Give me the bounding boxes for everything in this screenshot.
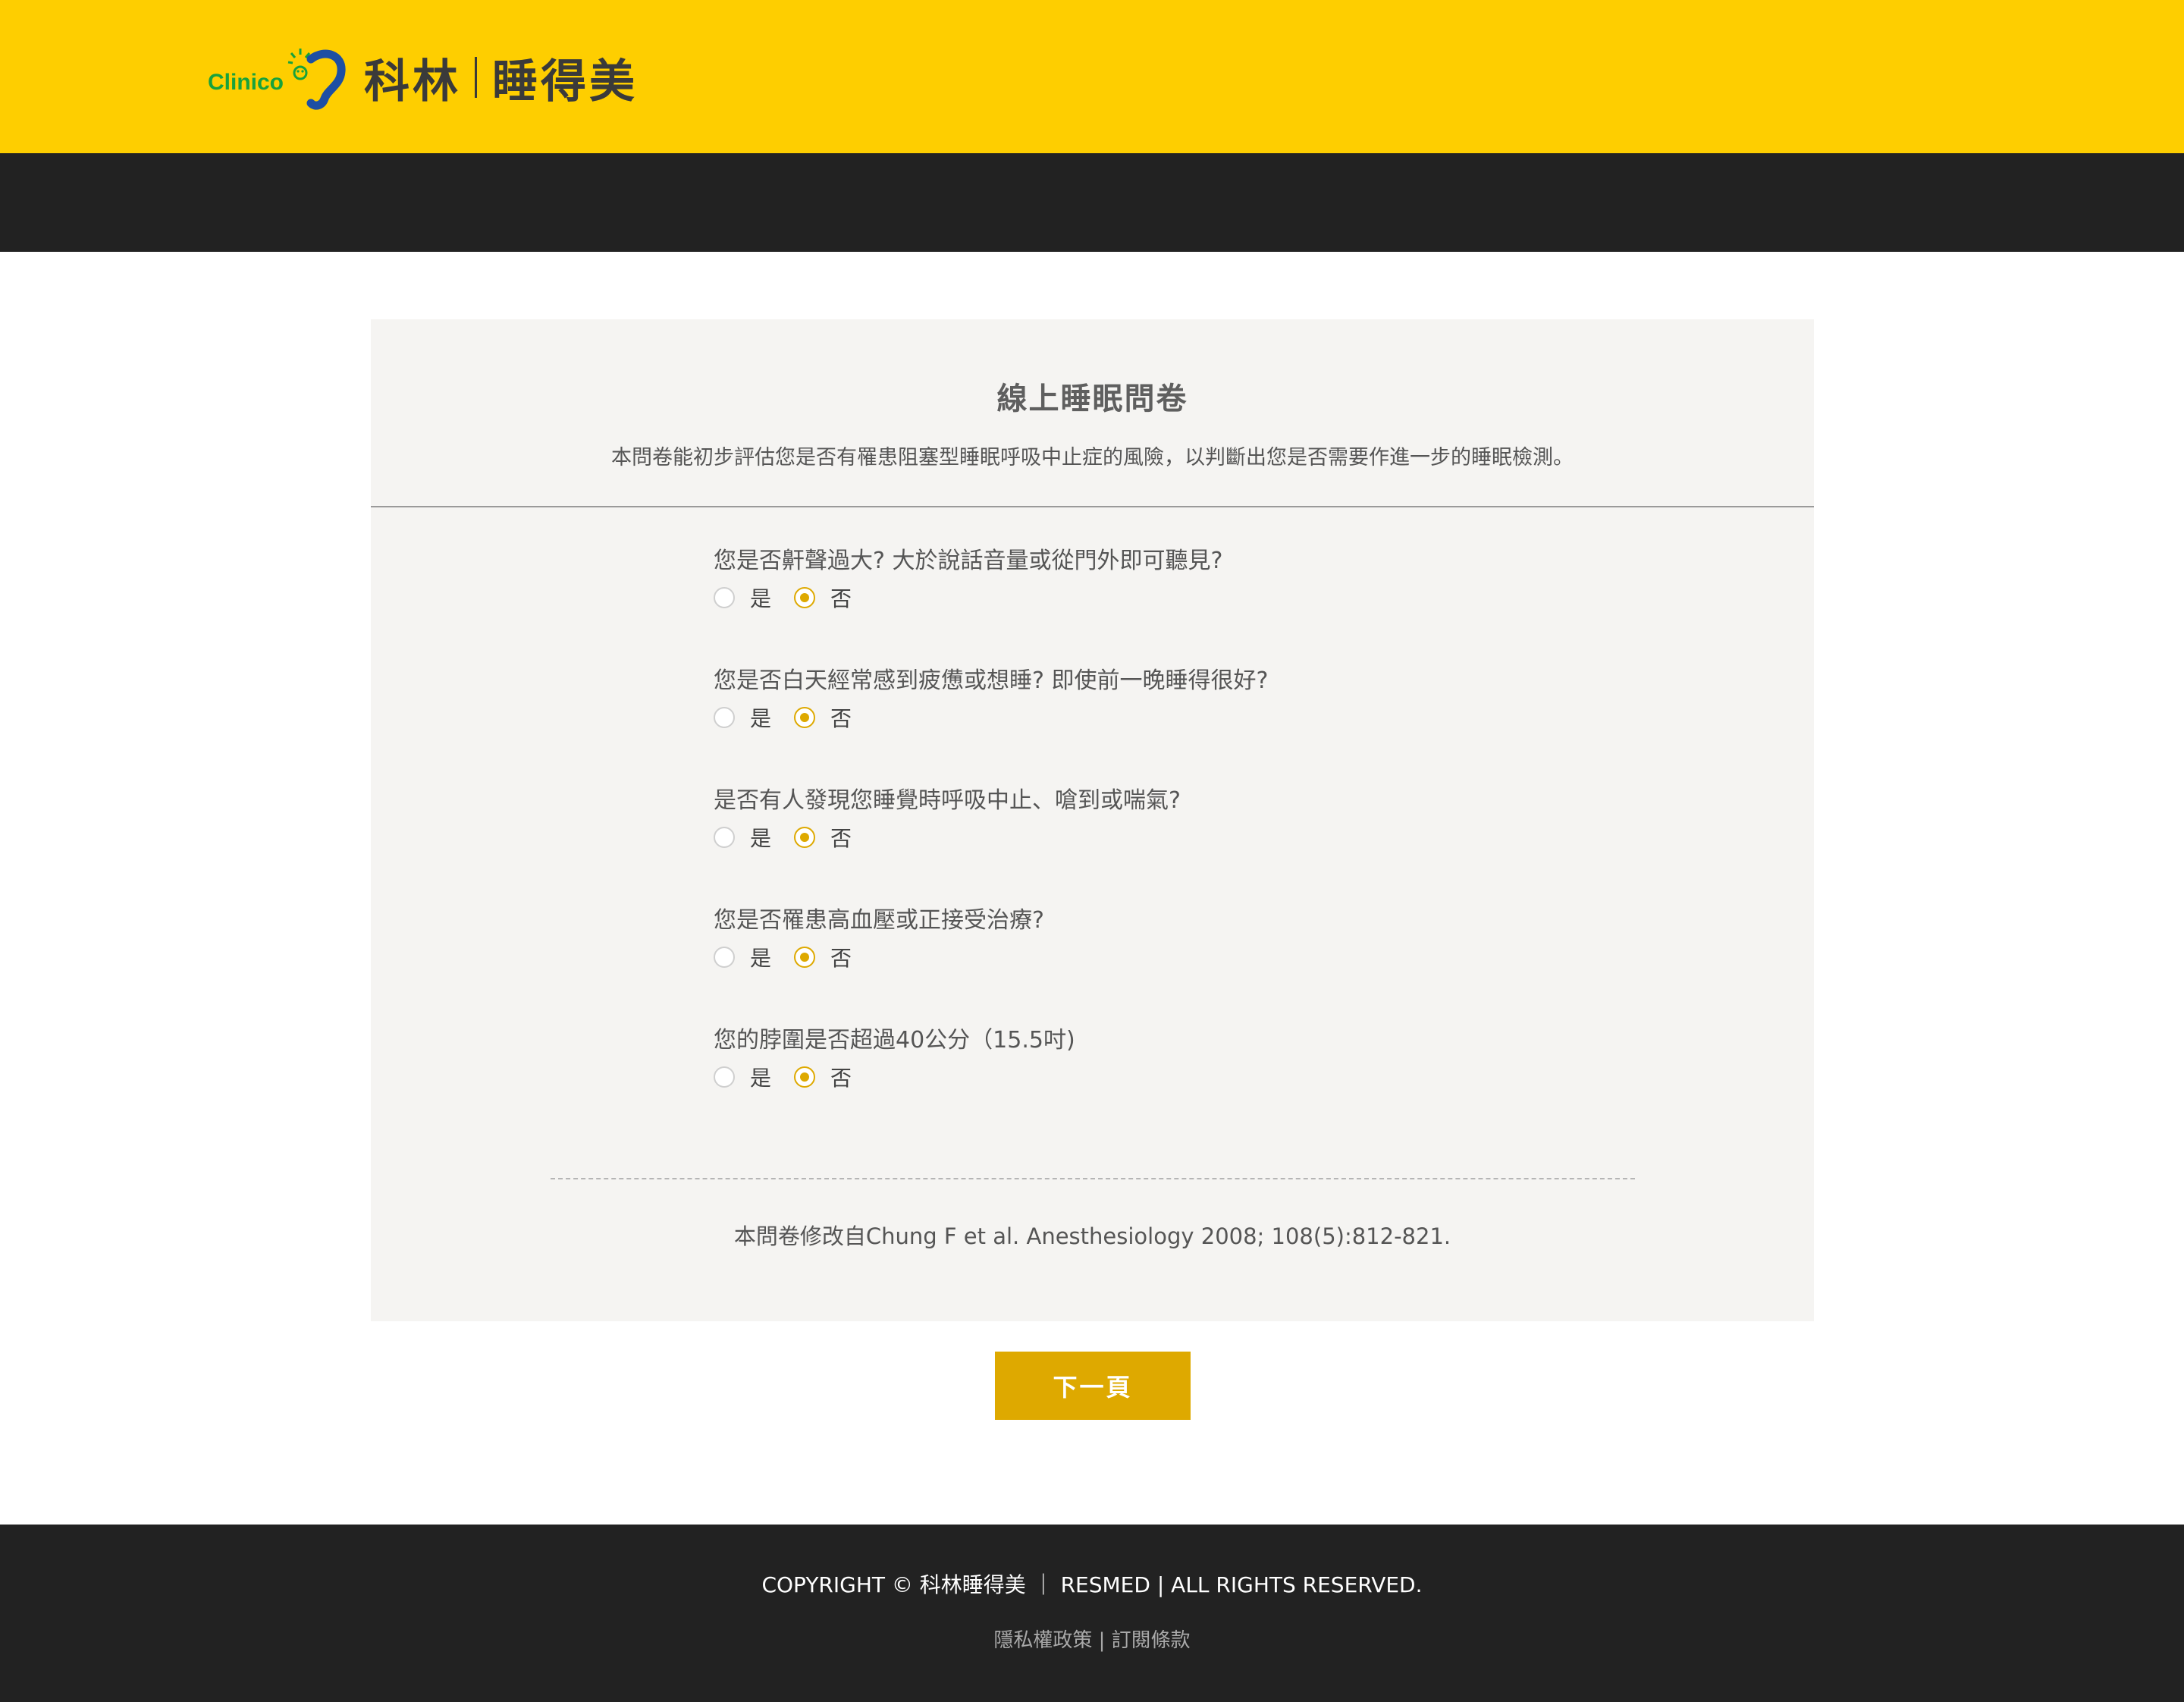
answer-option-no[interactable]: 否 (794, 942, 852, 972)
answer-option-no[interactable]: 否 (794, 822, 852, 853)
question-item: 您是否白天經常感到疲憊或想睡? 即使前一晚睡得很好? 是否 (714, 664, 1268, 783)
answer-options: 是否 (714, 1058, 1268, 1096)
question-item: 您是否鼾聲過大? 大於說話音量或從門外即可聽見? 是否 (714, 544, 1268, 664)
option-label-no: 否 (830, 946, 852, 971)
option-label-no: 否 (830, 1066, 852, 1091)
question-text: 您的脖圍是否超過40公分（15.5吋) (714, 1027, 1075, 1054)
site-footer: COPYRIGHT © 科林睡得美 ｜ RESMED | ALL RIGHTS … (0, 1525, 2184, 1702)
survey-card: 線上睡眠問卷 本問卷能初步評估您是否有罹患阻塞型睡眠呼吸中止症的風險，以判斷出您… (371, 319, 1814, 1321)
dashed-divider (551, 1178, 1635, 1179)
footer-link-separator: | (1098, 1629, 1106, 1652)
question-item: 您的脖圍是否超過40公分（15.5吋) 是否 (714, 1023, 1268, 1143)
option-label-yes: 是 (750, 1066, 772, 1091)
option-label-yes: 是 (750, 706, 772, 731)
subscription-terms-link[interactable]: 訂閱條款 (1112, 1629, 1191, 1652)
brand-name-clinico: 科林 (364, 55, 462, 108)
survey-intro: 本問卷能初步評估您是否有罹患阻塞型睡眠呼吸中止症的風險，以判斷出您是否需要作進一… (611, 446, 1574, 469)
nav-bar (0, 153, 2184, 252)
option-label-no: 否 (830, 706, 852, 731)
answer-option-yes[interactable]: 是 (714, 822, 771, 853)
site-header: Clinico 科林 睡得美 (0, 0, 2184, 153)
answer-options: 是否 (714, 938, 1268, 976)
answer-option-yes[interactable]: 是 (714, 1062, 771, 1092)
radio-no[interactable] (794, 707, 816, 728)
copyright-text: COPYRIGHT © 科林睡得美 ｜ RESMED | ALL RIGHTS … (761, 1572, 1423, 1597)
question-text: 您是否鼾聲過大? 大於說話音量或從門外即可聽見? (714, 548, 1223, 574)
logo-ear-icon (287, 49, 346, 110)
next-page-button[interactable]: 下一頁 (995, 1352, 1191, 1420)
radio-no[interactable] (794, 947, 816, 968)
answer-options: 是否 (714, 818, 1268, 856)
answer-option-no[interactable]: 否 (794, 702, 852, 733)
question-list: 您是否鼾聲過大? 大於說話音量或從門外即可聽見? 是否您是否白天經常感到疲憊或想睡… (714, 544, 1268, 1143)
question-text: 您是否罹患高血壓或正接受治療? (714, 907, 1044, 934)
survey-title: 線上睡眠問卷 (996, 382, 1188, 416)
radio-no[interactable] (794, 827, 816, 848)
answer-option-yes[interactable]: 是 (714, 942, 771, 972)
answer-options: 是否 (714, 579, 1268, 617)
footer-links: 隱私權政策 | 訂閱條款 (0, 1625, 2184, 1653)
option-label-yes: 是 (750, 826, 772, 851)
radio-yes[interactable] (714, 947, 735, 968)
answer-option-yes[interactable]: 是 (714, 702, 771, 733)
brand-name-sleep: 睡得美 (492, 55, 639, 108)
radio-yes[interactable] (714, 707, 735, 728)
question-text: 是否有人發現您睡覺時呼吸中止、嗆到或喘氣? (714, 787, 1181, 814)
question-item: 您是否罹患高血壓或正接受治療? 是否 (714, 903, 1268, 1023)
answer-option-yes[interactable]: 是 (714, 583, 771, 613)
radio-yes[interactable] (714, 1066, 735, 1088)
question-item: 是否有人發現您睡覺時呼吸中止、嗆到或喘氣? 是否 (714, 783, 1268, 903)
option-label-yes: 是 (750, 586, 772, 611)
option-label-yes: 是 (750, 946, 772, 971)
answer-option-no[interactable]: 否 (794, 583, 852, 613)
radio-no[interactable] (794, 587, 816, 608)
radio-yes[interactable] (714, 587, 735, 608)
question-text: 您是否白天經常感到疲憊或想睡? 即使前一晚睡得很好? (714, 667, 1269, 694)
brand-logo[interactable]: Clinico 科林 睡得美 (208, 42, 638, 112)
option-label-no: 否 (830, 826, 852, 851)
survey-header: 線上睡眠問卷 本問卷能初步評估您是否有罹患阻塞型睡眠呼吸中止症的風險，以判斷出您… (371, 319, 1814, 507)
privacy-policy-link[interactable]: 隱私權政策 (993, 1629, 1092, 1652)
option-label-no: 否 (830, 586, 852, 611)
survey-source-citation: 本問卷修改自Chung F et al. Anesthesiology 2008… (733, 1223, 1451, 1249)
logo-wordmark: Clinico (208, 70, 284, 95)
radio-yes[interactable] (714, 827, 735, 848)
answer-option-no[interactable]: 否 (794, 1062, 852, 1092)
brand-divider (475, 57, 478, 98)
answer-options: 是否 (714, 699, 1268, 736)
radio-no[interactable] (794, 1066, 816, 1088)
